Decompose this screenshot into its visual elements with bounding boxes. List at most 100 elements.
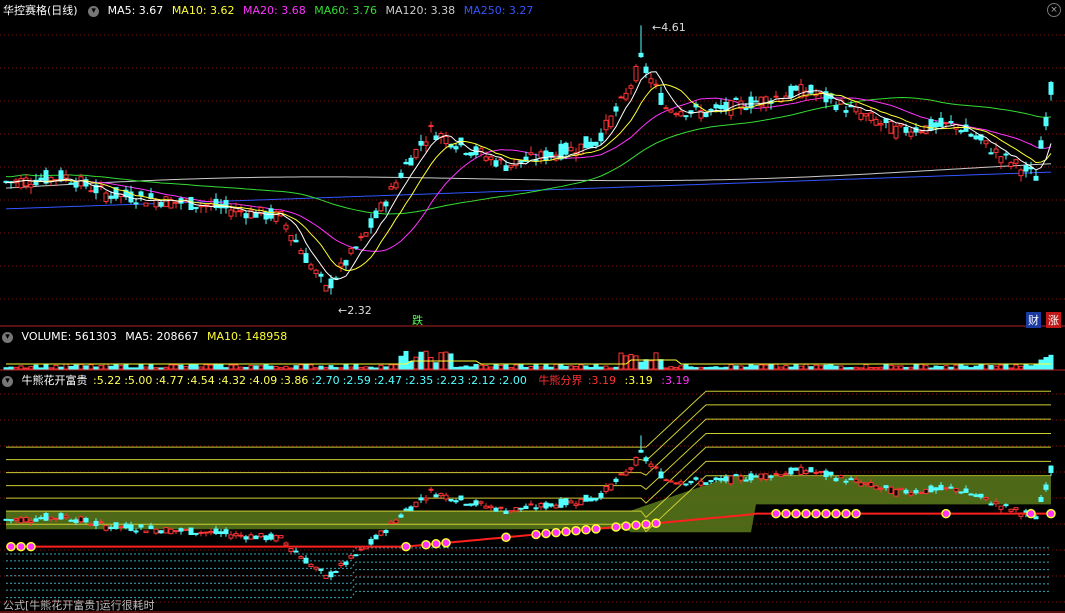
volume-bar	[33, 364, 39, 370]
indicator-candle-body	[193, 532, 199, 535]
indicator-candle-body	[108, 526, 114, 530]
volume-bar	[313, 367, 319, 370]
candle-body	[398, 172, 404, 178]
indicator-candle-body	[283, 542, 289, 546]
volume-bar	[888, 364, 894, 370]
volume-bar	[898, 365, 904, 370]
indicator-level-7: :2.70	[311, 374, 340, 387]
indicator-candle-body	[383, 529, 389, 534]
indicator-candle-body	[738, 475, 744, 481]
indicator-level-5: :4.09	[249, 374, 278, 387]
indicator-candle-body	[513, 507, 519, 512]
volume-settings-circle-icon[interactable]: ▾	[2, 331, 13, 343]
candle-body	[638, 52, 644, 58]
indicator-candle-body	[13, 518, 19, 521]
volume-bar	[638, 361, 644, 370]
dropdown-circle-icon[interactable]: ▾	[88, 5, 100, 17]
candle-body	[28, 183, 34, 188]
volume-bar	[933, 365, 939, 370]
indicator-candle-body	[423, 497, 429, 501]
volume-bar	[23, 367, 29, 370]
volume-bar	[183, 366, 189, 370]
candle-body	[38, 177, 44, 181]
volume-bar	[193, 364, 199, 370]
indicator-candle-body	[48, 516, 54, 520]
indicator-candle-body	[943, 487, 949, 490]
indicator-candle-body	[718, 478, 724, 481]
candle-body	[328, 278, 334, 289]
volume-bar	[923, 364, 929, 370]
volume-bar	[168, 364, 174, 370]
volume-bar	[553, 363, 559, 370]
indicator-candle-body	[293, 550, 299, 553]
boundary-signal-dot	[781, 508, 791, 519]
volume-bar	[738, 365, 744, 370]
indicator-candle-body	[663, 479, 669, 482]
candle-body	[618, 96, 624, 99]
indicator-candle-body	[258, 532, 264, 538]
indicator-candle-body	[743, 479, 749, 482]
candle-body	[323, 284, 329, 292]
indicator-settings-circle-icon[interactable]: ▾	[2, 375, 13, 387]
zhang-tag[interactable]: 涨	[1046, 312, 1061, 328]
cai-tag[interactable]: 财	[1026, 312, 1041, 328]
indicator-candle-body	[338, 562, 344, 566]
volume-bar	[433, 362, 439, 370]
volume-bar	[783, 364, 789, 370]
indicator-candle-body	[563, 498, 569, 506]
indicator-candle-body	[568, 500, 574, 504]
candle-body	[958, 129, 964, 133]
volume-bar	[278, 367, 284, 370]
volume-label: VOLUME: 561303	[21, 330, 117, 343]
volume-bar	[778, 366, 784, 370]
indicator-candle-body	[88, 523, 94, 526]
candle-body	[1008, 162, 1014, 167]
indicator-candle-body	[393, 519, 399, 524]
indicator-candle-body	[218, 531, 224, 535]
candle-body	[508, 164, 514, 168]
volume-bar	[38, 367, 44, 370]
candle-body	[893, 125, 899, 139]
candle-body	[733, 97, 739, 101]
candle-body	[388, 186, 394, 190]
candle-body	[1033, 175, 1039, 181]
indicator-level-0: :5.22	[93, 374, 122, 387]
indicator-candle-body	[58, 513, 64, 520]
volume-bar	[18, 365, 24, 370]
indicator-candle-body	[228, 534, 234, 539]
volume-bar	[968, 367, 974, 370]
boundary-signal-dot	[791, 508, 801, 519]
candle-body	[1043, 117, 1049, 127]
indicator-candle-body	[493, 507, 499, 512]
kline-chart-canvas[interactable]	[0, 0, 1065, 613]
volume-bar	[693, 367, 699, 370]
indicator-candle-body	[708, 480, 714, 483]
boundary-signal-dot	[6, 541, 16, 552]
candle-body	[543, 150, 549, 161]
candle-body	[348, 248, 354, 254]
close-icon[interactable]: ×	[1047, 3, 1061, 17]
volume-bar	[488, 366, 494, 370]
indicator-candle-body	[1013, 507, 1019, 511]
candle-body	[378, 202, 384, 212]
indicator-candle-body	[968, 493, 974, 496]
indicator-candle-body	[408, 506, 414, 512]
volume-bar	[298, 364, 304, 370]
die-tag[interactable]: 跌	[410, 312, 425, 328]
indicator-candle-body	[618, 473, 624, 476]
candle-body	[583, 136, 589, 149]
candle-body	[283, 224, 289, 230]
indicator-name: 牛熊花开富贵	[21, 374, 88, 387]
candle-body	[368, 218, 374, 228]
volume-bar	[158, 367, 164, 370]
candle-body	[643, 66, 649, 74]
candle-body	[568, 146, 574, 152]
indicator-candle-body	[908, 492, 914, 496]
indicator-candle-body	[263, 535, 269, 541]
boundary-signal-dot	[421, 539, 431, 550]
indicator-candle-body	[238, 534, 244, 537]
indicator-candle-body	[268, 533, 274, 540]
indicator-candle-body	[753, 475, 759, 478]
candle-body	[918, 131, 924, 134]
candle-body	[373, 210, 379, 219]
